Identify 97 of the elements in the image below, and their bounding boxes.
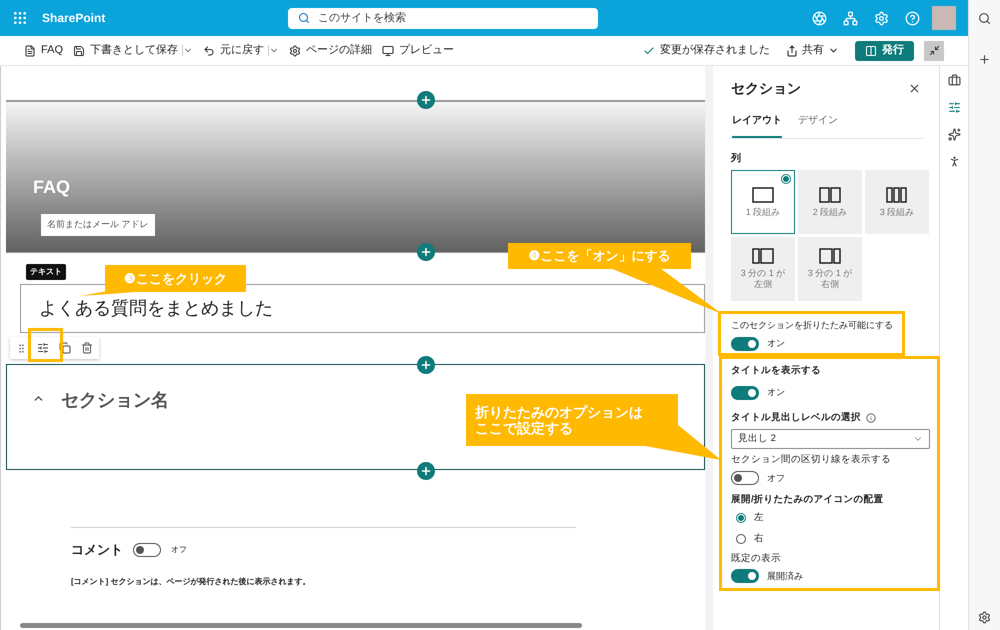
briefcase-icon[interactable] (948, 74, 960, 87)
plus-icon (420, 359, 432, 371)
page-icon (24, 44, 36, 56)
author-field[interactable]: 名前またはメール アドレ (41, 214, 155, 236)
vertical-scrollbar[interactable] (705, 66, 713, 630)
toggle-state: オン (767, 386, 785, 399)
toggle-switch[interactable] (731, 569, 759, 584)
delete-icon[interactable] (81, 342, 93, 354)
minimize-icon (928, 45, 940, 56)
add-section-button[interactable] (417, 243, 435, 261)
toggle-state: 展開済み (767, 570, 803, 582)
network-icon[interactable] (843, 10, 858, 26)
search-icon (298, 12, 310, 24)
layout-option[interactable]: 3 分の 1 が 右側 (798, 237, 862, 301)
callout-text: ここで設定する (475, 420, 574, 436)
add-section-button[interactable] (417, 356, 435, 374)
layout-option[interactable]: 3 分の 1 が 左側 (731, 237, 795, 301)
layout-option[interactable]: 1 段組み (731, 170, 795, 234)
settings-icon[interactable] (37, 342, 49, 354)
layout-icon (886, 186, 908, 202)
panel-title: セクション (731, 79, 801, 98)
setting-label: 展開/折りたたみのアイコンの配置 (731, 493, 885, 508)
app-launcher-icon[interactable] (12, 10, 28, 26)
radio-button[interactable] (736, 534, 746, 544)
highlight-frame (28, 328, 63, 362)
horizontal-scrollbar[interactable] (20, 623, 582, 628)
toggle-switch[interactable] (731, 386, 759, 400)
help-icon[interactable] (905, 10, 920, 26)
monitor-icon (382, 44, 394, 56)
undo-icon (203, 44, 216, 56)
search-icon[interactable] (978, 12, 991, 25)
toolbar-button[interactable]: ページの詳細 (289, 42, 372, 59)
setting-label: セクション間の区切り線を表示する (731, 453, 892, 467)
collapse-button[interactable] (924, 40, 944, 60)
panel-tab[interactable]: デザイン (798, 111, 838, 138)
comments-heading: コメント (71, 541, 123, 559)
toggle-state: オフ (171, 544, 187, 556)
layout-icon (752, 248, 774, 264)
toggle-switch[interactable] (731, 336, 759, 350)
layout-option[interactable]: 3 段組み (865, 170, 929, 234)
setting-label: 既定の表示 (731, 552, 782, 566)
toggle-switch[interactable] (731, 471, 759, 486)
sparkles-icon[interactable] (948, 128, 960, 141)
add-section-button[interactable] (417, 462, 435, 480)
columns-icon (865, 44, 877, 56)
settings-icon[interactable] (978, 611, 991, 624)
text-content: よくある質問をまとめました (39, 297, 273, 320)
toggle-state: オン (767, 336, 785, 350)
layout-option[interactable]: 2 段組み (798, 170, 862, 234)
section-title: セクション名 (61, 389, 169, 412)
aperture-icon[interactable] (812, 10, 827, 26)
publish-button[interactable]: 発行 (855, 40, 914, 60)
heading-dropdown[interactable]: 見出し 2 (731, 429, 930, 449)
toolbar-button[interactable]: FAQ (24, 42, 64, 59)
callout: ❹ここを「オン」にする (508, 243, 691, 269)
toolbar-button[interactable]: 下書きとして保存 (73, 42, 178, 59)
drag-handle-icon[interactable] (16, 342, 27, 354)
columns-label: 列 (731, 152, 742, 166)
toolbar-button[interactable]: プレビュー (382, 42, 454, 59)
radio-label: 左 (754, 510, 764, 524)
setting-label: タイトル見出しレベルの選択 (731, 410, 861, 425)
callout-text: 折りたたみのオプションは (475, 404, 644, 420)
save-status: 変更が保存されました (660, 42, 770, 58)
add-section-button[interactable] (417, 91, 435, 109)
app-name: SharePoint (42, 10, 106, 27)
share-button[interactable]: 共有 (786, 42, 839, 59)
sliders-icon[interactable] (948, 101, 960, 114)
selected-indicator (781, 174, 791, 184)
web-part-tag: テキスト (26, 264, 66, 280)
setting-label: このセクションを折りたたみ可能にする (731, 319, 894, 332)
search-field[interactable]: このサイトを検索 (288, 8, 598, 28)
toggle-switch[interactable] (133, 542, 161, 557)
close-button[interactable] (908, 82, 921, 95)
setting-label: タイトルを表示する (731, 364, 822, 378)
person-icon[interactable] (948, 155, 960, 168)
plus-icon (420, 465, 432, 477)
plus-icon (420, 246, 432, 258)
radio-button[interactable] (736, 512, 746, 523)
plus-icon (420, 94, 432, 106)
layout-icon (819, 186, 841, 202)
copy-icon[interactable] (59, 342, 71, 354)
panel-tab[interactable]: レイアウト (732, 111, 782, 138)
comments-note: [コメント] セクションは、ページが発行された後に表示されます。 (71, 576, 312, 588)
info-icon[interactable] (866, 412, 876, 423)
layout-icon (752, 186, 774, 202)
toolbar-button[interactable]: 元に戻す (203, 42, 264, 59)
check-icon (643, 44, 655, 56)
layout-icon (819, 248, 841, 264)
toggle-state: オフ (767, 472, 785, 484)
chevron-down-icon[interactable] (182, 45, 194, 56)
settings-icon (289, 44, 302, 56)
share-icon (786, 44, 798, 56)
hero-title: FAQ (33, 176, 70, 199)
radio-label: 右 (754, 532, 764, 546)
chevron-down-icon[interactable] (268, 45, 280, 56)
plus-icon[interactable] (978, 53, 991, 66)
save-icon (73, 44, 86, 56)
